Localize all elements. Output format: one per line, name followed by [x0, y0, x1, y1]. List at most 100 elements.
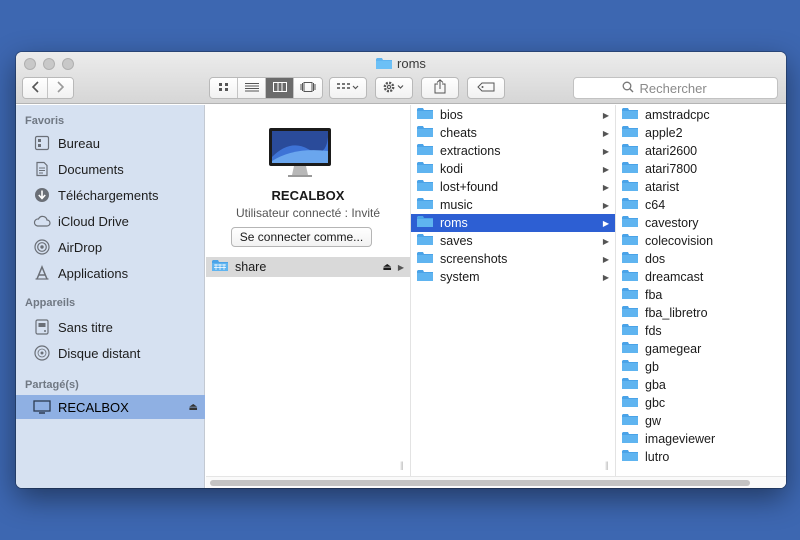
server-name: RECALBOX — [271, 188, 345, 203]
shared-folder-icon — [212, 259, 228, 275]
sidebar-item-documents[interactable]: Documents — [16, 157, 205, 181]
connect-as-button[interactable]: Se connecter comme... — [231, 227, 372, 247]
sidebar-item-telechargements[interactable]: Téléchargements — [16, 183, 205, 207]
folder-row[interactable]: c64 — [616, 196, 786, 214]
share-button[interactable] — [421, 77, 459, 99]
nav-buttons — [22, 77, 74, 99]
optical-disk-icon — [33, 344, 51, 362]
folder-label: roms — [440, 216, 468, 230]
forward-button[interactable] — [48, 78, 73, 98]
documents-icon — [33, 160, 51, 178]
folder-row[interactable]: atari2600 — [616, 142, 786, 160]
eject-icon[interactable]: ⏏ — [189, 402, 198, 413]
folder-row[interactable]: lutro — [616, 448, 786, 466]
folder-icon — [622, 449, 638, 465]
folder-icon — [622, 269, 638, 285]
coverflow-view-button[interactable] — [294, 78, 322, 98]
sidebar-item-label: Téléchargements — [58, 187, 159, 203]
folder-row[interactable]: cavestory — [616, 214, 786, 232]
folder-row[interactable]: dreamcast — [616, 268, 786, 286]
folder-row[interactable]: kodi ▶ — [411, 160, 615, 178]
folder-row[interactable]: gw — [616, 412, 786, 430]
folder-icon — [417, 143, 433, 159]
folder-row[interactable]: colecovision — [616, 232, 786, 250]
folder-row[interactable]: cheats ▶ — [411, 124, 615, 142]
search-field[interactable] — [573, 77, 778, 99]
folder-row[interactable]: fba — [616, 286, 786, 304]
folder-row[interactable]: roms ▶ — [411, 214, 615, 232]
finder-window: roms Rechercher Favoris Bureau Documents… — [16, 52, 786, 488]
folder-icon — [622, 179, 638, 195]
sidebar-item-applications[interactable]: Applications — [16, 261, 205, 285]
folder-row[interactable]: saves ▶ — [411, 232, 615, 250]
folder-label: kodi — [440, 162, 463, 176]
sidebar-item-bureau[interactable]: Bureau — [16, 131, 205, 155]
folder-label: dreamcast — [645, 270, 704, 284]
tag-icon — [477, 81, 495, 95]
folder-label: lutro — [645, 450, 670, 464]
folder-row[interactable]: fds — [616, 322, 786, 340]
sidebar-item-label: RECALBOX — [58, 399, 129, 415]
folder-icon — [622, 161, 638, 177]
sidebar-item-recalbox[interactable]: RECALBOX ⏏ — [16, 395, 205, 419]
eject-icon[interactable]: ⏏ — [383, 262, 392, 273]
share-folder-column: bios ▶ cheats ▶ extractions ▶ kodi ▶ lost+found ▶… — [411, 105, 616, 488]
tag-button[interactable] — [467, 77, 505, 99]
sidebar-item-sans-titre[interactable]: Sans titre — [16, 315, 205, 339]
scrollbar-thumb[interactable] — [210, 480, 750, 486]
folder-label: gba — [645, 378, 666, 392]
window-title: roms — [16, 56, 786, 73]
folder-icon — [417, 161, 433, 177]
roms-folder-column: amstradcpc apple2 atari2600 atari7800 ataris… — [616, 105, 786, 488]
folder-row[interactable]: dos — [616, 250, 786, 268]
folder-icon — [622, 233, 638, 249]
folder-row[interactable]: music ▶ — [411, 196, 615, 214]
chevron-right-icon: ▶ — [602, 200, 609, 210]
folder-icon — [376, 57, 393, 73]
folder-row[interactable]: amstradcpc — [616, 106, 786, 124]
folder-row[interactable]: lost+found ▶ — [411, 178, 615, 196]
folder-row[interactable]: extractions ▶ — [411, 142, 615, 160]
folder-icon — [622, 251, 638, 267]
folder-icon — [622, 341, 638, 357]
chevron-right-icon: ▶ — [602, 182, 609, 192]
network-computer-icon — [33, 398, 51, 416]
share-row[interactable]: share ⏏ ▶ — [206, 257, 410, 277]
group-button[interactable] — [329, 77, 367, 99]
folder-row[interactable]: atari7800 — [616, 160, 786, 178]
folder-row[interactable]: gba — [616, 376, 786, 394]
column-view-button[interactable] — [266, 78, 294, 98]
sidebar-item-airdrop[interactable]: AirDrop — [16, 235, 205, 259]
folder-row[interactable]: imageviewer — [616, 430, 786, 448]
search-input[interactable] — [639, 80, 730, 96]
folder-label: gw — [645, 414, 661, 428]
folder-row[interactable]: system ▶ — [411, 268, 615, 286]
back-button[interactable] — [23, 78, 48, 98]
folder-row[interactable]: gb — [616, 358, 786, 376]
folder-icon — [417, 251, 433, 267]
horizontal-scrollbar[interactable] — [206, 476, 786, 488]
folder-row[interactable]: apple2 — [616, 124, 786, 142]
folder-row[interactable]: screenshots ▶ — [411, 250, 615, 268]
chevron-right-icon: ▶ — [602, 254, 609, 264]
chevron-right-icon: ▶ — [602, 272, 609, 282]
folder-label: apple2 — [645, 126, 683, 140]
imac-icon — [268, 127, 332, 182]
folder-row[interactable]: gbc — [616, 394, 786, 412]
action-button[interactable] — [375, 77, 413, 99]
folder-label: gb — [645, 360, 659, 374]
sidebar-item-icloud-drive[interactable]: iCloud Drive — [16, 209, 205, 233]
folder-row[interactable]: atarist — [616, 178, 786, 196]
sidebar-item-disque-distant[interactable]: Disque distant — [16, 341, 205, 365]
column-resize-handle[interactable]: || — [400, 460, 404, 470]
folder-label: c64 — [645, 198, 666, 212]
folder-row[interactable]: fba_libretro — [616, 304, 786, 322]
folder-row[interactable]: gamegear — [616, 340, 786, 358]
list-view-button[interactable] — [238, 78, 266, 98]
sidebar-item-label: iCloud Drive — [58, 213, 129, 229]
icon-view-button[interactable] — [210, 78, 238, 98]
column-resize-handle[interactable]: || — [605, 460, 609, 470]
downloads-icon — [33, 186, 51, 204]
chevron-right-icon: ▶ — [602, 128, 609, 138]
folder-row[interactable]: bios ▶ — [411, 106, 615, 124]
